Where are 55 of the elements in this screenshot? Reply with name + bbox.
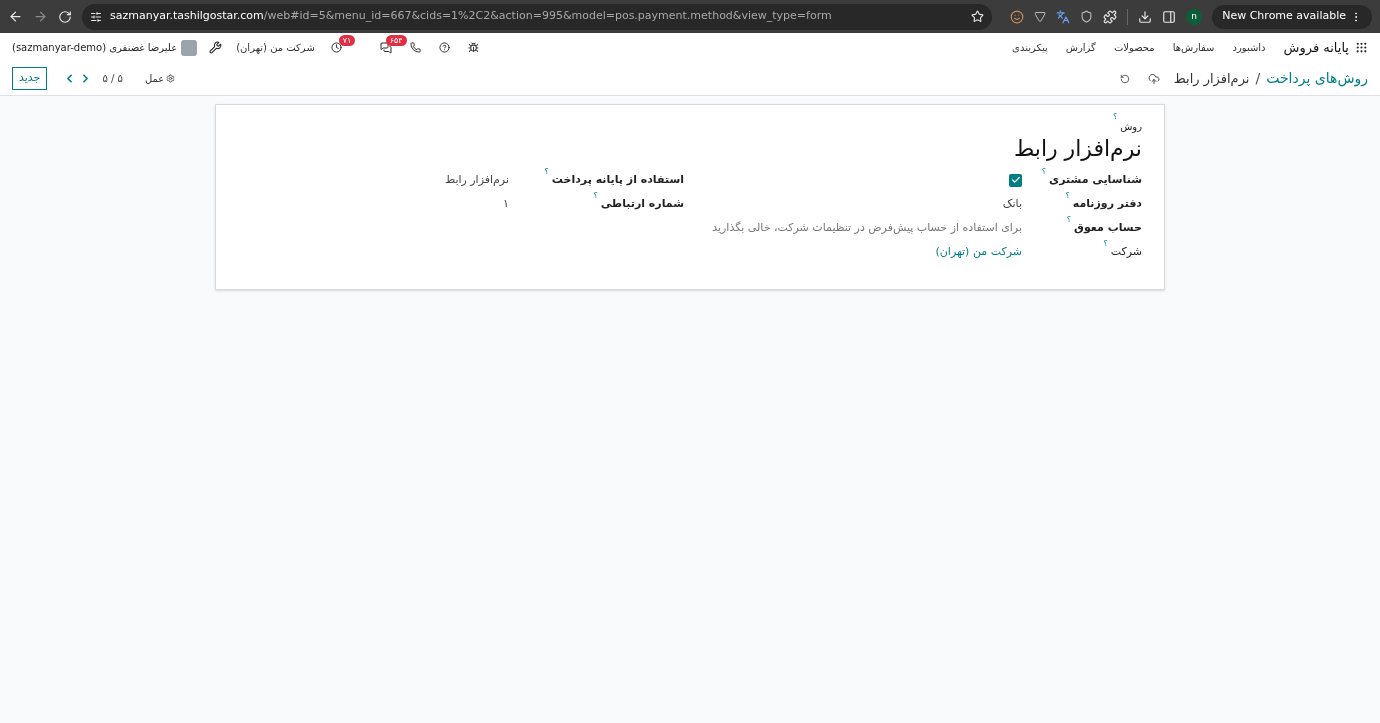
messages-icon[interactable] [379,41,392,54]
url-text: sazmanyar.tashilgostar.com/web#id=5&menu_id=667&cids=1%2C2&action=995&model=pos.payment.method&view_type=form [110,8,833,25]
shield-extension-icon[interactable] [1080,10,1094,23]
breadcrumb-current: نرم‌افزار رابط [1173,69,1250,89]
field-value: نرم‌افزار رابط [444,171,509,188]
site-settings-icon[interactable] [90,10,102,23]
apps-menu-icon[interactable] [1355,41,1368,54]
checkbox[interactable] [1009,173,1022,187]
field-label: استفاده از پایانه پرداخت [551,171,684,188]
address-bar[interactable]: sazmanyar.tashilgostar.com/web#id=5&menu_id=667&cids=1%2C2&action=995&model=pos.payment.method&view_type=form [82,3,993,30]
field-label: حساب معوق [1074,219,1142,236]
help-icon[interactable] [438,42,450,53]
tools-icon[interactable] [209,41,223,54]
download-icon[interactable] [1138,9,1153,24]
new-button[interactable]: جدید [12,67,48,90]
discard-icon[interactable] [1119,73,1130,84]
field-label: دفتر روزنامه [1072,195,1142,212]
action-menu-button[interactable]: عمل [144,71,176,86]
extensions-icon[interactable] [1103,9,1118,24]
phone-icon[interactable] [409,42,421,53]
save-cloud-icon[interactable] [1147,72,1160,85]
pager-value[interactable]: ۵ / ۵ [102,71,123,86]
triangle-extension-icon[interactable] [1034,10,1047,23]
field-value: ۱ [503,195,509,212]
update-chrome-button[interactable]: New Chrome available [1212,4,1372,29]
bug-icon[interactable] [467,42,479,53]
profile-avatar[interactable]: n [1186,8,1203,25]
messages-badge: ۶۵۴ [385,34,407,46]
activity-clock-icon[interactable] [330,42,342,53]
record-title: نرم‌افزار رابط [1012,135,1142,163]
menu-item[interactable]: سفارش‌ها [1172,40,1215,55]
breadcrumb-link[interactable]: روش‌های پرداخت [1266,68,1368,89]
activity-badge: ۷۱ [338,35,356,46]
back-icon[interactable] [8,9,23,24]
field-label: شماره ارتباطی [600,195,684,212]
input-field[interactable]: برای استفاده از حساب پیش‌فرض در تنظیمات شرکت، خالی بگذارید [694,219,1022,237]
app-name[interactable]: پایانه فروش [1283,37,1349,58]
field-label: شناسایی مشتری [1049,171,1142,188]
company-link[interactable]: شرکت من (تهران) [935,243,1022,261]
side-panel-icon[interactable] [1162,9,1177,24]
reload-icon[interactable] [58,9,72,24]
menu-item[interactable]: داشبورد [1232,40,1266,55]
field-label: روش [1120,120,1142,134]
forward-icon[interactable] [33,9,48,24]
gear-icon [166,74,176,83]
translate-extension-icon[interactable] [1056,9,1071,24]
menu-item[interactable]: محصولات [1113,40,1155,55]
user-menu[interactable]: علیرضا غضنفری (sazmanyar-demo) [12,40,178,55]
menu-item[interactable]: پیکربندی [1012,40,1048,55]
field-value: بانک [1002,195,1022,212]
company-switcher[interactable]: شرکت من (تهران) [236,40,315,55]
bookmark-star-icon[interactable] [971,10,985,23]
breadcrumb-separator: / [1255,69,1261,88]
menu-item[interactable]: گزارش [1065,40,1096,55]
field-label: شرکت [1110,243,1142,260]
